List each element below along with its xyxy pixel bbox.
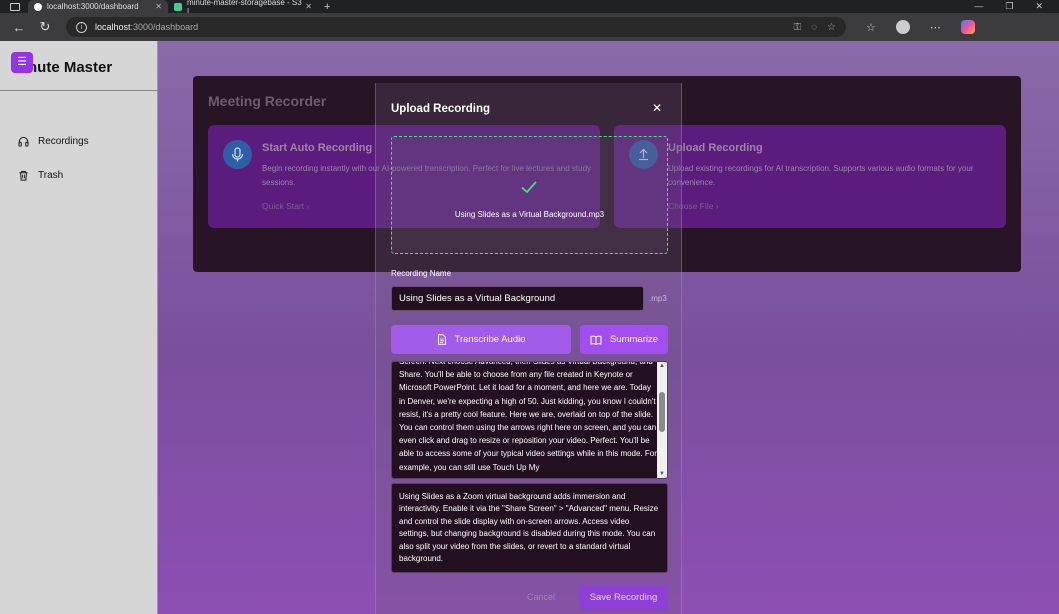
window-menu-icon[interactable] (10, 2, 20, 11)
book-icon (590, 335, 602, 345)
transcribe-audio-button[interactable]: Transcribe Audio (391, 325, 571, 354)
tab-dashboard[interactable]: localhost:3000/dashboard ✕ (28, 0, 168, 13)
page-title: Meeting Recorder (208, 93, 327, 109)
site-info-icon[interactable]: i (76, 21, 87, 33)
quick-start-link[interactable]: Quick Start › (262, 201, 309, 211)
transcript-textarea[interactable]: Screen. Next choose Advanced, then Slide… (391, 361, 668, 479)
recording-name-label: Recording Name (391, 269, 452, 278)
chevron-right-icon: › (715, 201, 719, 211)
browser-tab-bar: localhost:3000/dashboard ✕ minute-master… (0, 0, 1059, 16)
summary-textarea[interactable]: Using Slides as a Zoom virtual backgroun… (391, 483, 668, 573)
minimize-icon[interactable]: — (974, 1, 983, 12)
chevron-right-icon: › (306, 201, 310, 211)
sidebar-item-label: Trash (38, 170, 64, 181)
close-window-icon[interactable]: ✕ (1035, 1, 1043, 12)
menu-toggle-button[interactable]: ☰ (11, 52, 33, 73)
tab-storagebase[interactable]: minute-master-storagebase - S3 | ✕ (168, 0, 318, 16)
button-label: Transcribe Audio (454, 334, 526, 345)
summary-text: Using Slides as a Zoom virtual backgroun… (399, 492, 659, 564)
sidebar: nute Master ☰ Recordings Trash (0, 41, 158, 614)
reload-icon[interactable]: ↻ (32, 19, 58, 35)
sidebar-divider (0, 90, 158, 91)
card-title: Start Auto Recording (262, 142, 373, 154)
card-description: Upload existing recordings for AI transc… (668, 164, 974, 187)
browser-toolbar: ← ↻ i localhost :3000/dashboard ⚿ ◌ ☆ ☆ … (0, 13, 1059, 41)
sidebar-item-trash[interactable]: Trash (18, 170, 63, 181)
headphones-icon (18, 136, 29, 147)
sidebar-item-recordings[interactable]: Recordings (18, 136, 89, 147)
recording-name-input[interactable] (391, 286, 644, 311)
file-extension: .mp3 (649, 294, 667, 303)
tab-favicon-icon (174, 2, 182, 11)
star-icon[interactable]: ☆ (827, 22, 836, 33)
save-recording-button[interactable]: Save Recording (579, 585, 668, 610)
app-brand: nute Master (28, 59, 113, 76)
transcript-scrollbar[interactable]: ▲ ▼ (657, 362, 667, 478)
scrollbar-thumb[interactable] (659, 392, 665, 432)
url-host: localhost (95, 22, 131, 32)
modal-title: Upload Recording (391, 103, 491, 115)
address-bar[interactable]: i localhost :3000/dashboard ⚿ ◌ ☆ (66, 17, 846, 37)
button-label: Summarize (609, 334, 659, 345)
close-icon[interactable]: ✕ (651, 101, 663, 115)
new-tab-icon[interactable]: + (324, 1, 330, 13)
upload-recording-modal: Upload Recording ✕ Using Slides as a Vir… (375, 83, 682, 614)
check-icon (521, 181, 537, 194)
key-icon[interactable]: ⚿ (793, 22, 801, 33)
cancel-button[interactable]: Cancel (527, 592, 555, 602)
link-label: Quick Start (262, 201, 305, 211)
transcript-text: Screen. Next choose Advanced, then Slide… (399, 361, 657, 472)
scroll-up-icon[interactable]: ▲ (657, 362, 667, 370)
tab-title: localhost:3000/dashboard (47, 2, 139, 11)
window-controls: — ❐ ✕ (974, 1, 1059, 12)
microphone-icon (223, 140, 252, 169)
favorites-icon[interactable]: ☆ (866, 21, 876, 34)
document-icon (437, 334, 446, 345)
tab-close-icon[interactable]: ✕ (155, 2, 162, 11)
card-title: Upload Recording (668, 142, 763, 154)
url-path: :3000/dashboard (130, 22, 199, 32)
file-dropzone[interactable]: Using Slides as a Virtual Background.mp3 (391, 136, 668, 254)
copilot-icon[interactable] (960, 20, 975, 34)
tab-close-icon[interactable]: ✕ (305, 2, 312, 11)
app-page: nute Master ☰ Recordings Trash Meeting R… (0, 41, 1059, 614)
tracking-icon[interactable]: ◌ (811, 22, 817, 33)
scroll-down-icon[interactable]: ▼ (657, 470, 667, 478)
tab-favicon-icon (34, 2, 42, 11)
profile-avatar[interactable] (895, 20, 910, 34)
back-icon[interactable]: ← (6, 20, 32, 35)
sidebar-item-label: Recordings (38, 136, 89, 147)
more-icon[interactable]: ⋯ (930, 21, 941, 34)
trash-icon (19, 170, 28, 181)
selected-file-name: Using Slides as a Virtual Background.mp3 (454, 210, 605, 219)
maximize-icon[interactable]: ❐ (1005, 1, 1013, 12)
summarize-button[interactable]: Summarize (580, 325, 668, 354)
